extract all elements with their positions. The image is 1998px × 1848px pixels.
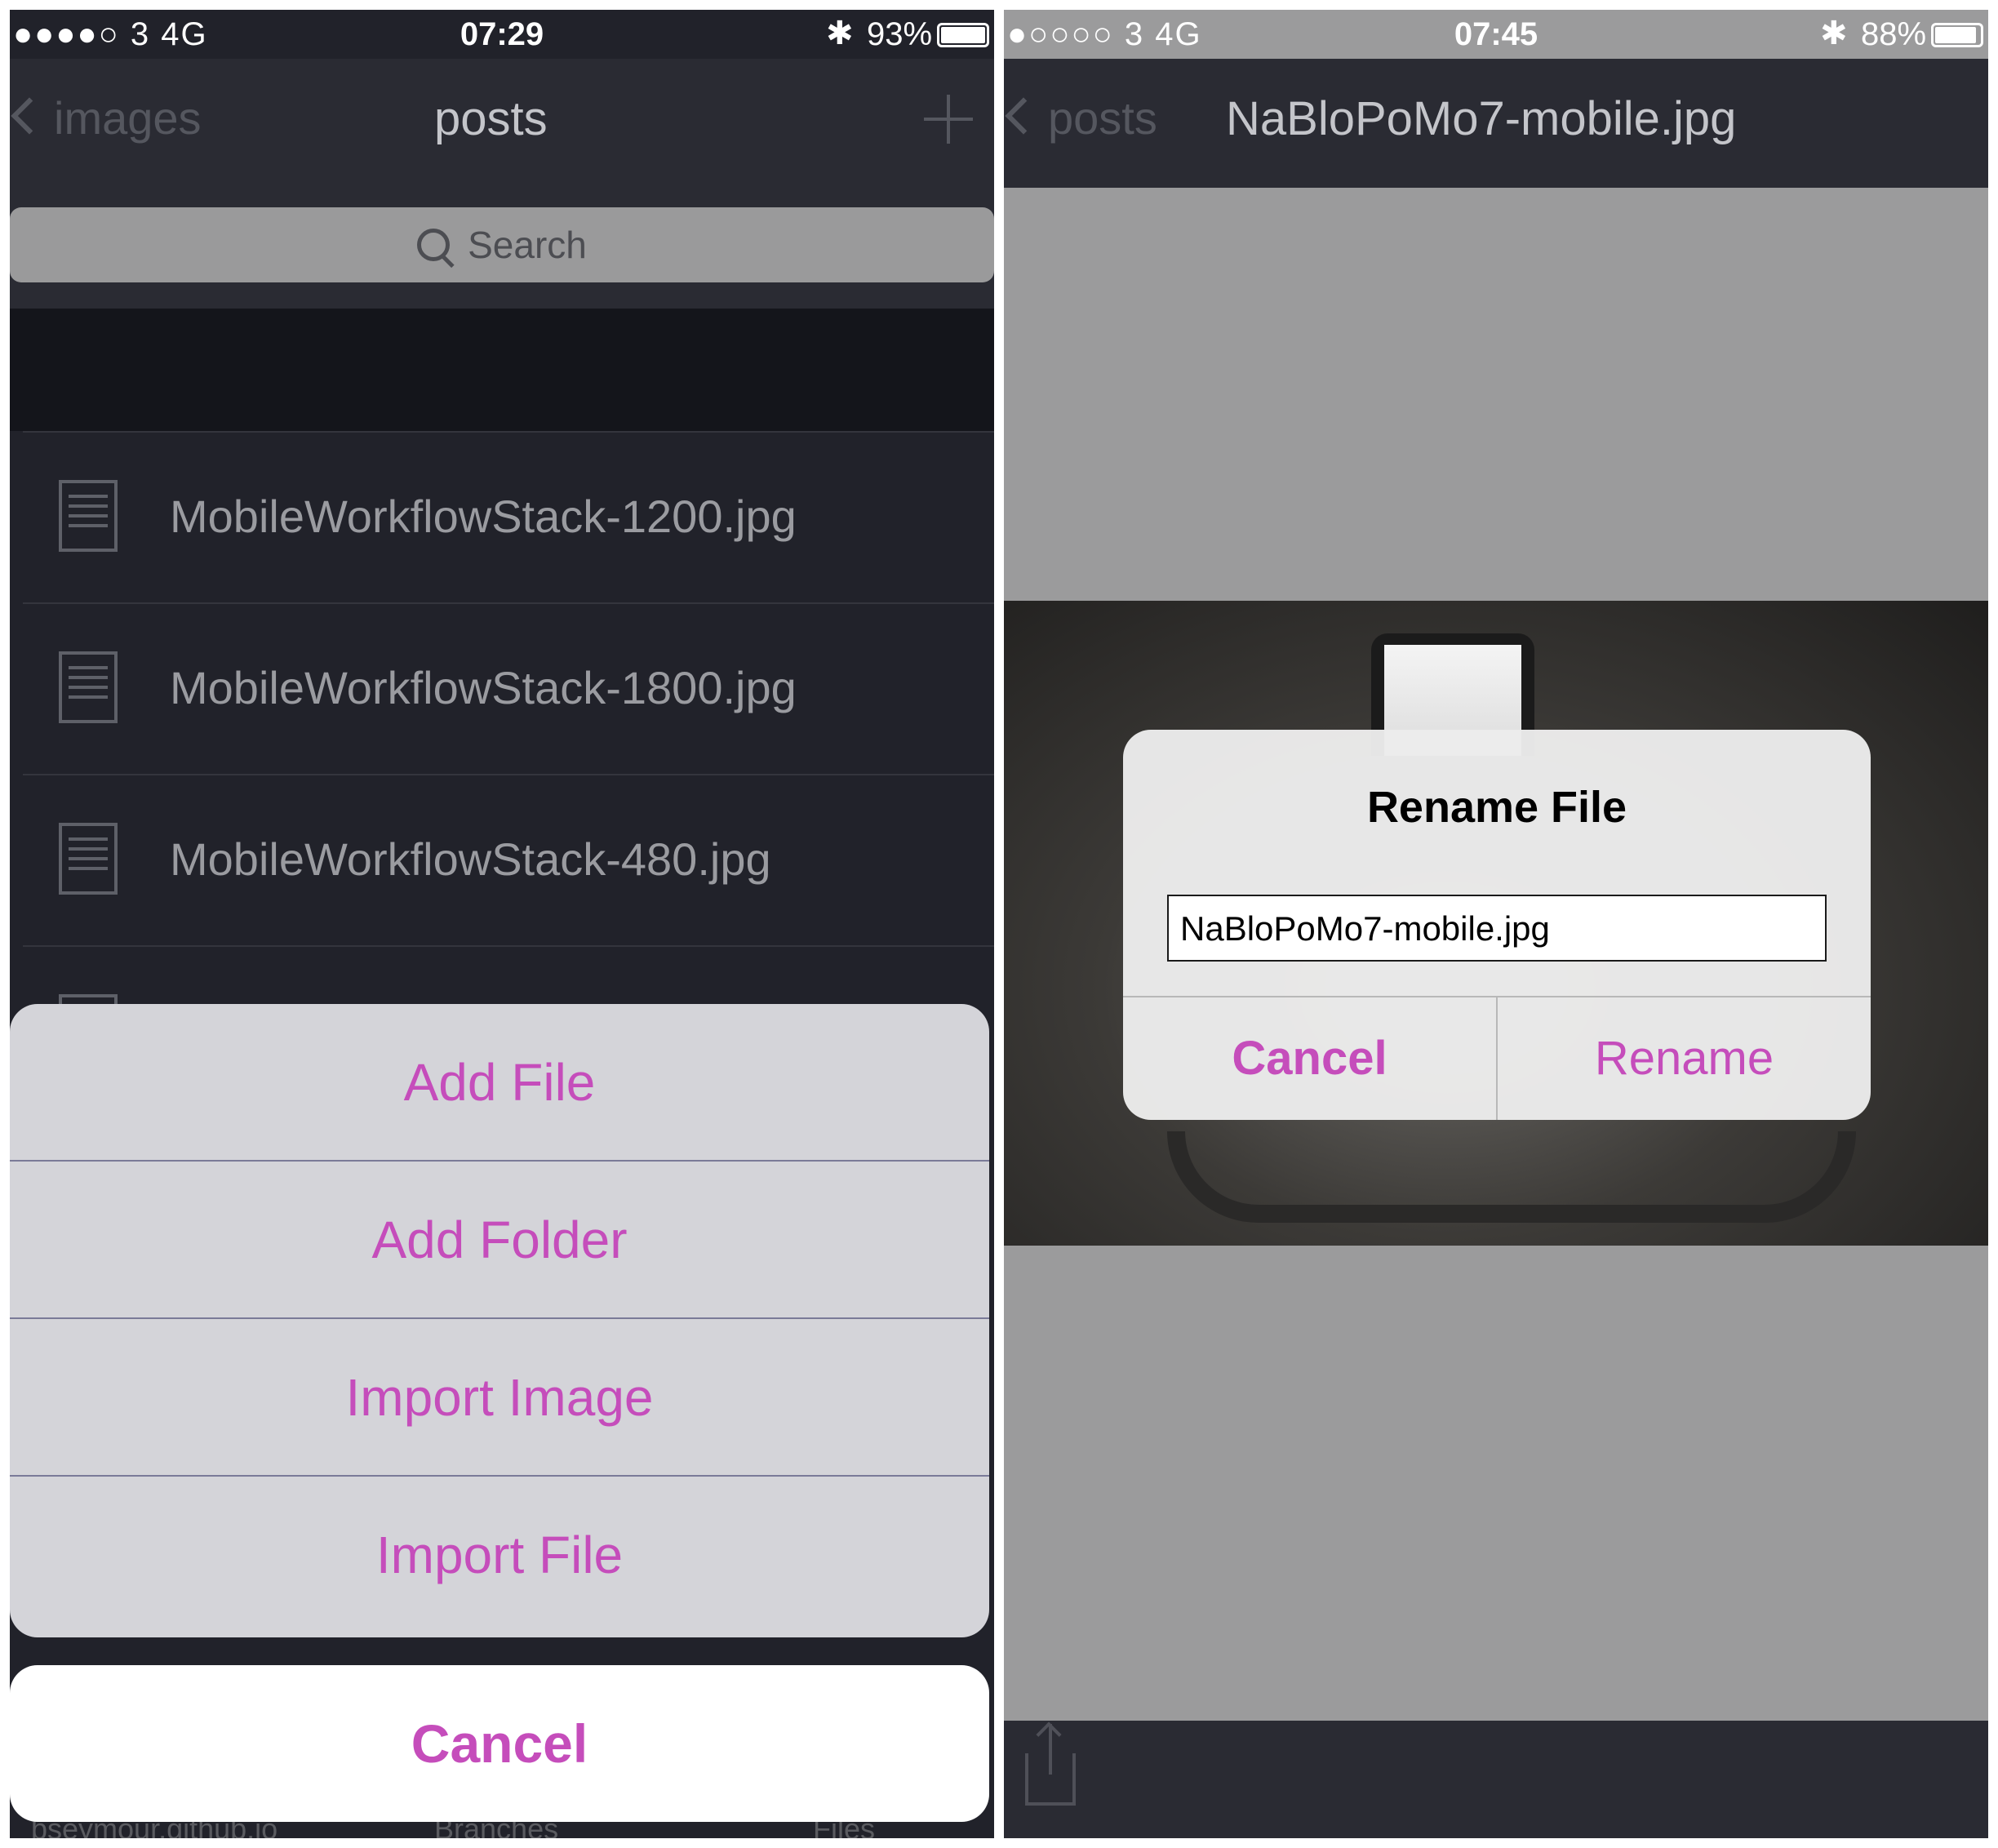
document-icon: [59, 651, 118, 723]
file-name: MobileWorkflowStack-1800.jpg: [170, 662, 797, 713]
cancel-button[interactable]: Cancel: [10, 1665, 989, 1822]
bluetooth-icon: ✱: [1820, 16, 1848, 51]
list-item[interactable]: MobileWorkflowStack-1200.jpg: [23, 431, 994, 602]
back-label: posts: [1048, 92, 1157, 144]
battery-percent: 88%: [1861, 16, 1927, 52]
file-name: MobileWorkflowStack-480.jpg: [170, 833, 771, 885]
bottom-toolbar: [1004, 1721, 1988, 1838]
search-input[interactable]: Search: [10, 207, 994, 282]
navigation-bar: posts NaBloPoMo7-mobile.jpg: [1004, 59, 1988, 188]
list-item[interactable]: MobileWorkflowStack-1800.jpg: [23, 602, 994, 774]
photo-handle: [1167, 1131, 1856, 1223]
back-button[interactable]: posts: [1005, 91, 1157, 144]
back-label: images: [54, 92, 202, 144]
add-file-button[interactable]: Add File: [10, 1004, 989, 1162]
rename-button[interactable]: Rename: [1498, 997, 1871, 1120]
status-bar: ●●●●○ 3 4G 07:29 ✱ 93%: [10, 10, 994, 59]
search-placeholder: Search: [468, 224, 587, 266]
import-file-button[interactable]: Import File: [10, 1477, 989, 1634]
battery-icon: [937, 23, 989, 47]
page-title: posts: [434, 92, 548, 145]
share-icon[interactable]: [1025, 1724, 1076, 1806]
document-icon: [59, 823, 118, 895]
file-name: MobileWorkflowStack-1200.jpg: [170, 491, 797, 542]
rename-dialog: Rename File NaBloPoMo7-mobile.jpg Cancel…: [1123, 730, 1871, 1120]
list-item[interactable]: MobileWorkflowStack-480.jpg: [23, 774, 994, 945]
search-icon: [417, 228, 451, 261]
add-folder-button[interactable]: Add Folder: [10, 1162, 989, 1319]
chevron-left-icon: [11, 97, 48, 135]
chevron-left-icon: [1005, 97, 1042, 135]
document-icon: [59, 480, 118, 552]
filename-field[interactable]: NaBloPoMo7-mobile.jpg: [1167, 895, 1827, 962]
page-title: NaBloPoMo7-mobile.jpg: [1226, 92, 1737, 145]
navigation-bar: images posts: [10, 59, 994, 188]
status-bar: ●○○○○ 3 4G 07:45 ✱ 88%: [1004, 10, 1988, 59]
battery-percent: 93%: [867, 16, 933, 52]
add-icon[interactable]: [924, 95, 973, 144]
cancel-button[interactable]: Cancel: [1123, 997, 1498, 1120]
bluetooth-icon: ✱: [826, 16, 854, 51]
import-image-button[interactable]: Import Image: [10, 1319, 989, 1477]
action-sheet: Add File Add Folder Import Image Import …: [10, 1004, 989, 1637]
dialog-title: Rename File: [1366, 783, 1627, 832]
left-screen: ●●●●○ 3 4G 07:29 ✱ 93% images posts Sear…: [10, 10, 994, 1838]
battery-icon: [1931, 23, 1983, 47]
search-area: Search: [10, 186, 994, 309]
section-header: [10, 309, 994, 431]
dialog-buttons: Cancel Rename: [1123, 996, 1871, 1120]
right-screen: ●○○○○ 3 4G 07:45 ✱ 88% posts NaBloPoMo7-…: [1004, 10, 1988, 1838]
back-button[interactable]: images: [11, 91, 202, 144]
